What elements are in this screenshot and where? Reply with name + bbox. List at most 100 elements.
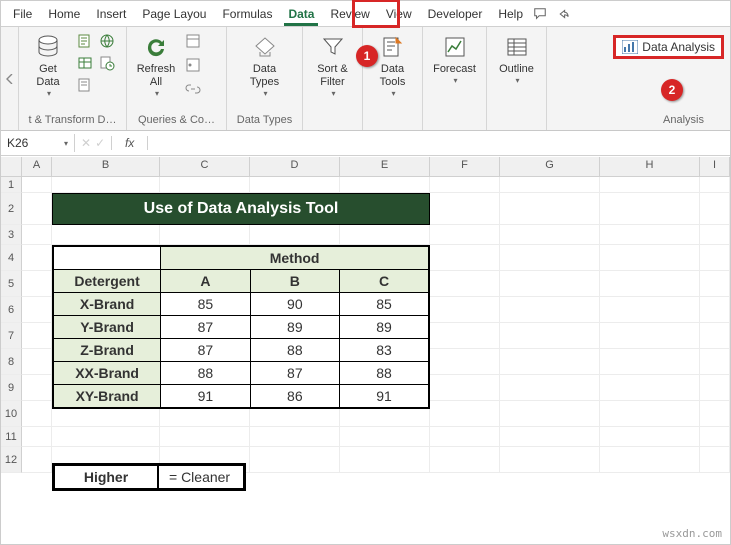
data-tools-button[interactable]: Data Tools ▾ (370, 31, 416, 100)
cell[interactable] (700, 447, 730, 473)
cell[interactable] (600, 271, 700, 297)
col-C[interactable]: C (160, 157, 250, 176)
cell[interactable] (340, 177, 430, 193)
cell[interactable] (700, 225, 730, 245)
cell[interactable] (160, 225, 250, 245)
cell[interactable] (600, 225, 700, 245)
queries-panel-icon[interactable] (183, 31, 203, 51)
cell[interactable] (500, 427, 600, 447)
row-header-12[interactable]: 12 (1, 447, 22, 473)
cell[interactable] (430, 323, 500, 349)
col-G[interactable]: G (500, 157, 600, 176)
cell[interactable] (700, 401, 730, 427)
cell[interactable] (22, 193, 52, 225)
get-data-button[interactable]: Get Data ▾ (25, 31, 71, 100)
col-D[interactable]: D (250, 157, 340, 176)
from-text-icon[interactable] (75, 31, 95, 51)
row-header-1[interactable]: 1 (1, 177, 22, 193)
refresh-all-button[interactable]: Refresh All ▾ (133, 31, 179, 100)
cell[interactable] (500, 245, 600, 271)
data-analysis-button[interactable]: Data Analysis (613, 35, 724, 59)
row-header-11[interactable]: 11 (1, 427, 22, 447)
row-header-2[interactable]: 2 (1, 193, 22, 225)
edit-links-icon[interactable] (183, 79, 203, 99)
cell[interactable] (430, 225, 500, 245)
cell[interactable] (22, 271, 52, 297)
cell[interactable] (250, 225, 340, 245)
tab-home[interactable]: Home (40, 3, 88, 25)
col-B[interactable]: B (52, 157, 160, 176)
tab-formulas[interactable]: Formulas (214, 3, 280, 25)
cell[interactable] (430, 245, 500, 271)
cell[interactable] (700, 297, 730, 323)
tab-file[interactable]: File (5, 3, 40, 25)
cell[interactable] (22, 225, 52, 245)
cell[interactable] (600, 401, 700, 427)
cell[interactable] (430, 177, 500, 193)
cell[interactable] (250, 447, 340, 473)
row-header-3[interactable]: 3 (1, 225, 22, 245)
cell[interactable] (22, 297, 52, 323)
sort-filter-button[interactable]: Sort & Filter ▾ (310, 31, 356, 100)
cell[interactable] (600, 245, 700, 271)
note-right[interactable]: = Cleaner (158, 465, 244, 489)
row-header-10[interactable]: 10 (1, 401, 22, 427)
formula-input[interactable] (148, 141, 730, 145)
cell[interactable] (500, 193, 600, 225)
ribbon-scroll-left[interactable] (1, 27, 19, 130)
cell[interactable] (22, 177, 52, 193)
cell[interactable] (340, 225, 430, 245)
properties-icon[interactable] (183, 55, 203, 75)
cell[interactable] (22, 245, 52, 271)
outline-button[interactable]: Outline ▾ (494, 31, 540, 87)
cell[interactable] (500, 447, 600, 473)
tab-help[interactable]: Help (490, 3, 531, 25)
cell[interactable] (22, 401, 52, 427)
cell[interactable] (600, 375, 700, 401)
col-H[interactable]: H (600, 157, 700, 176)
existing-conn-icon[interactable] (75, 75, 95, 95)
col-F[interactable]: F (430, 157, 500, 176)
forecast-button[interactable]: Forecast ▾ (432, 31, 478, 87)
cell[interactable] (700, 349, 730, 375)
comments-icon[interactable] (531, 5, 549, 23)
cell[interactable] (52, 225, 160, 245)
cell[interactable] (500, 349, 600, 375)
cell[interactable] (430, 349, 500, 375)
cell[interactable] (700, 177, 730, 193)
cell[interactable] (600, 323, 700, 349)
cell[interactable] (500, 323, 600, 349)
cell[interactable] (22, 349, 52, 375)
from-table-icon[interactable] (75, 53, 95, 73)
cell[interactable] (600, 177, 700, 193)
cell[interactable] (500, 177, 600, 193)
cell[interactable] (52, 177, 160, 193)
cell[interactable] (160, 427, 250, 447)
cell[interactable] (600, 349, 700, 375)
cancel-icon[interactable]: ✕ (81, 136, 91, 150)
row-header-5[interactable]: 5 (1, 271, 22, 297)
cell[interactable] (500, 297, 600, 323)
cell[interactable] (250, 177, 340, 193)
select-all-corner[interactable] (1, 157, 22, 176)
cell[interactable] (500, 271, 600, 297)
tab-data[interactable]: Data (280, 3, 322, 25)
cell[interactable] (700, 323, 730, 349)
note-left[interactable]: Higher (54, 465, 158, 489)
row-header-7[interactable]: 7 (1, 323, 22, 349)
cell[interactable] (160, 177, 250, 193)
recent-sources-icon[interactable] (97, 53, 117, 73)
cell[interactable] (430, 297, 500, 323)
from-web-icon[interactable] (97, 31, 117, 51)
data-types-button[interactable]: Data Types ▾ (242, 31, 288, 100)
cell[interactable] (700, 271, 730, 297)
cell[interactable] (430, 375, 500, 401)
cell[interactable] (600, 297, 700, 323)
col-E[interactable]: E (340, 157, 430, 176)
name-box[interactable]: K26 ▾ (1, 134, 75, 152)
tab-insert[interactable]: Insert (88, 3, 134, 25)
row-header-9[interactable]: 9 (1, 375, 22, 401)
cell[interactable] (600, 193, 700, 225)
fx-button[interactable]: fx (112, 136, 148, 150)
cell[interactable] (700, 375, 730, 401)
